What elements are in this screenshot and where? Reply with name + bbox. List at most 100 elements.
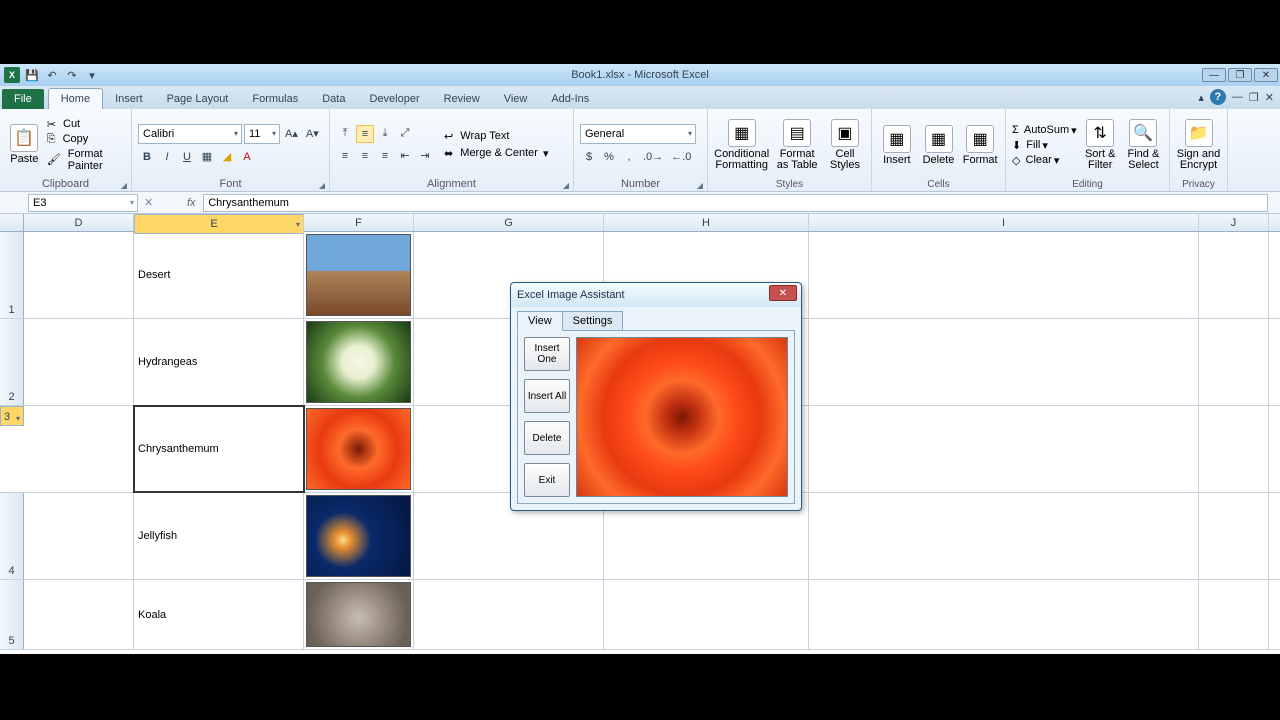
cell-D5[interactable] <box>24 580 134 649</box>
exit-button[interactable]: Exit <box>524 463 570 497</box>
fill-color-button[interactable]: ◢ <box>218 148 236 166</box>
bold-button[interactable]: B <box>138 148 156 166</box>
tab-page-layout[interactable]: Page Layout <box>155 89 241 109</box>
cell-J3[interactable] <box>1199 406 1269 492</box>
number-format-select[interactable]: General <box>580 124 696 144</box>
cell-E4[interactable]: Jellyfish <box>134 493 304 579</box>
percent-icon[interactable]: % <box>600 148 618 166</box>
cell-F3[interactable] <box>304 406 414 492</box>
help-icon[interactable]: ? <box>1210 89 1226 105</box>
font-color-button[interactable]: A <box>238 148 256 166</box>
insert-all-button[interactable]: Insert All <box>524 379 570 413</box>
col-header-J[interactable]: J <box>1199 214 1269 231</box>
col-header-E[interactable]: E <box>134 214 304 234</box>
cell-I3[interactable] <box>809 406 1199 492</box>
cell-D3[interactable] <box>24 406 134 492</box>
cell-J4[interactable] <box>1199 493 1269 579</box>
chrysanthemum-thumbnail[interactable] <box>306 408 411 490</box>
paste-button[interactable]: 📋 Paste <box>6 112 43 177</box>
wb-restore-icon[interactable]: ❐ <box>1249 91 1259 104</box>
dialog-tab-view[interactable]: View <box>517 311 563 331</box>
font-name-select[interactable]: Calibri <box>138 124 242 144</box>
find-select-button[interactable]: 🔍Find & Select <box>1124 112 1163 178</box>
cell-F5[interactable] <box>304 580 414 649</box>
koala-thumbnail[interactable] <box>306 582 411 647</box>
formula-input[interactable]: Chrysanthemum <box>203 194 1268 212</box>
wb-minimize-icon[interactable]: — <box>1232 91 1243 103</box>
wrap-text-button[interactable]: ↩ Wrap Text <box>444 130 549 143</box>
format-as-table-button[interactable]: ▤Format as Table <box>773 112 821 178</box>
col-header-H[interactable]: H <box>604 214 809 231</box>
cell-D4[interactable] <box>24 493 134 579</box>
align-middle-icon[interactable]: ≡ <box>356 125 374 143</box>
cell-I2[interactable] <box>809 319 1199 405</box>
align-bottom-icon[interactable]: ⤓ <box>376 125 394 143</box>
cell-I4[interactable] <box>809 493 1199 579</box>
delete-button[interactable]: Delete <box>524 421 570 455</box>
font-size-select[interactable]: 11 <box>244 124 280 144</box>
minimize-button[interactable]: — <box>1202 68 1226 82</box>
dialog-close-button[interactable]: ✕ <box>769 285 797 301</box>
insert-one-button[interactable]: Insert One <box>524 337 570 371</box>
name-box[interactable]: E3 <box>28 194 138 212</box>
col-header-F[interactable]: F <box>304 214 414 231</box>
cell-J1[interactable] <box>1199 232 1269 318</box>
italic-button[interactable]: I <box>158 148 176 166</box>
underline-button[interactable]: U <box>178 148 196 166</box>
jellyfish-thumbnail[interactable] <box>306 495 411 577</box>
wb-close-icon[interactable]: ✕ <box>1265 91 1274 104</box>
col-header-D[interactable]: D <box>24 214 134 231</box>
tab-file[interactable]: File <box>2 89 44 109</box>
minimize-ribbon-icon[interactable]: ▴ <box>1198 91 1204 104</box>
autosum-button[interactable]: Σ AutoSum▾ <box>1012 124 1077 137</box>
align-left-icon[interactable]: ≡ <box>336 147 354 165</box>
tab-home[interactable]: Home <box>48 88 103 109</box>
tab-review[interactable]: Review <box>432 89 492 109</box>
col-header-G[interactable]: G <box>414 214 604 231</box>
indent-dec-icon[interactable]: ⇤ <box>396 147 414 165</box>
comma-icon[interactable]: , <box>620 148 638 166</box>
cell-D1[interactable] <box>24 232 134 318</box>
cut-icon[interactable]: ✂ <box>47 118 56 131</box>
select-all-corner[interactable] <box>0 214 24 231</box>
format-painter-icon[interactable]: 🖌 <box>47 153 61 166</box>
align-top-icon[interactable]: ⤒ <box>336 125 354 143</box>
row-header-2[interactable]: 2 <box>0 319 24 405</box>
cell-H5[interactable] <box>604 580 809 649</box>
insert-cells-button[interactable]: ▦Insert <box>878 112 916 178</box>
inc-decimal-icon[interactable]: .0→ <box>640 148 666 166</box>
sort-filter-button[interactable]: ⇅Sort & Filter <box>1081 112 1120 178</box>
desert-thumbnail[interactable] <box>306 234 411 316</box>
cell-D2[interactable] <box>24 319 134 405</box>
cell-I1[interactable] <box>809 232 1199 318</box>
undo-icon[interactable]: ↶ <box>43 66 61 84</box>
cell-F4[interactable] <box>304 493 414 579</box>
shrink-font-icon[interactable]: A▾ <box>303 125 322 143</box>
image-assistant-dialog[interactable]: Excel Image Assistant ✕ View Settings In… <box>510 282 802 511</box>
cell-I5[interactable] <box>809 580 1199 649</box>
fx-icon[interactable]: fx <box>179 197 203 209</box>
tab-addins[interactable]: Add-Ins <box>539 89 601 109</box>
cell-G5[interactable] <box>414 580 604 649</box>
orientation-icon[interactable]: ⤢ <box>396 125 414 143</box>
cancel-icon[interactable]: ✕ <box>144 196 153 209</box>
cell-F1[interactable] <box>304 232 414 318</box>
tab-developer[interactable]: Developer <box>357 89 431 109</box>
border-button[interactable]: ▦ <box>198 148 216 166</box>
clear-button[interactable]: ◇ Clear▾ <box>1012 154 1077 167</box>
hydrangea-thumbnail[interactable] <box>306 321 411 403</box>
col-header-I[interactable]: I <box>809 214 1199 231</box>
dialog-tab-settings[interactable]: Settings <box>562 311 624 331</box>
cell-E2[interactable]: Hydrangeas <box>134 319 304 405</box>
cell-J5[interactable] <box>1199 580 1269 649</box>
indent-inc-icon[interactable]: ⇥ <box>416 147 434 165</box>
row-header-4[interactable]: 4 <box>0 493 24 579</box>
tab-formulas[interactable]: Formulas <box>240 89 310 109</box>
sign-encrypt-button[interactable]: 📁Sign and Encrypt <box>1176 112 1221 178</box>
tab-view[interactable]: View <box>492 89 540 109</box>
row-header-5[interactable]: 5 <box>0 580 24 649</box>
close-button[interactable]: ✕ <box>1254 68 1278 82</box>
cell-J2[interactable] <box>1199 319 1269 405</box>
align-center-icon[interactable]: ≡ <box>356 147 374 165</box>
copy-icon[interactable]: ⎘ <box>47 133 56 146</box>
